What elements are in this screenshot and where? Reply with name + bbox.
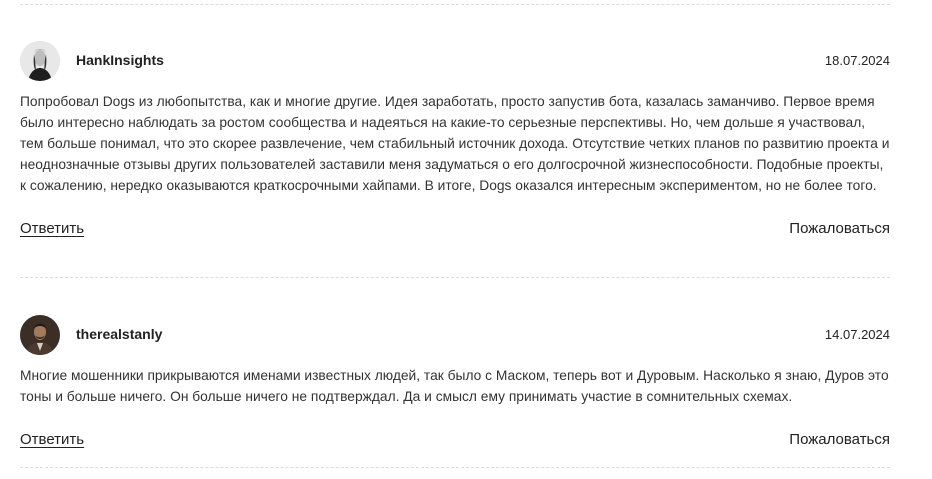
comment-item: HankInsights 18.07.2024 Попробовал Dogs … xyxy=(20,41,890,242)
divider-top xyxy=(20,4,890,5)
divider xyxy=(20,277,890,278)
comment-date: 18.07.2024 xyxy=(824,53,890,68)
report-link[interactable]: Пожаловаться xyxy=(789,431,890,448)
comment-header: HankInsights 18.07.2024 xyxy=(20,41,890,81)
comment-author: therealstanly xyxy=(76,326,163,342)
comment-date: 14.07.2024 xyxy=(824,327,890,342)
comment-item: therealstanly 14.07.2024 Многие мошенник… xyxy=(20,315,890,453)
comment-text: Многие мошенники прикрываются именами из… xyxy=(20,368,889,404)
reply-link[interactable]: Ответить xyxy=(20,431,84,448)
avatar[interactable] xyxy=(20,315,60,355)
comment-actions: Ответить Пожаловаться xyxy=(20,220,890,242)
reply-link[interactable]: Ответить xyxy=(20,220,84,237)
comment-header: therealstanly 14.07.2024 xyxy=(20,315,890,355)
avatar-image xyxy=(20,41,60,81)
avatar[interactable] xyxy=(20,41,60,81)
comment-text: Попробовал Dogs из любопытства, как и мн… xyxy=(20,94,890,193)
avatar-image xyxy=(20,315,60,355)
comment-author: HankInsights xyxy=(76,52,164,68)
report-link[interactable]: Пожаловаться xyxy=(789,220,890,237)
divider xyxy=(20,467,890,468)
comment-actions: Ответить Пожаловаться xyxy=(20,431,890,453)
